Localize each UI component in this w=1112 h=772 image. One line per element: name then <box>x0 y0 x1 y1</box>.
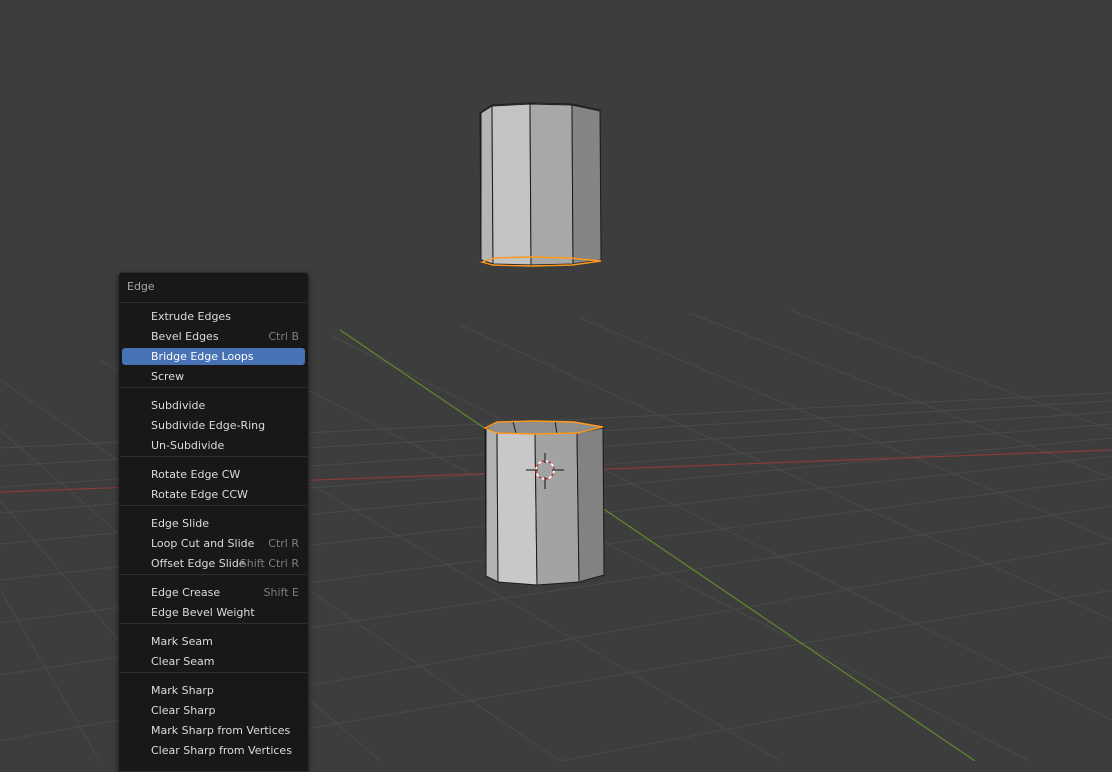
menu-item-label: Edge Slide <box>151 517 210 530</box>
menu-item-edge-crease[interactable]: Edge Crease Shift E <box>122 584 305 601</box>
menu-item-shortcut: Shift E <box>263 586 299 599</box>
menu-item-shortcut: Ctrl B <box>268 330 299 343</box>
menu-item-label: Un-Subdivide <box>151 439 225 452</box>
menu-item-loop-cut-and-slide[interactable]: Loop Cut and Slide Ctrl R <box>122 535 305 552</box>
menu-item-shortcut: Shift Ctrl R <box>239 557 299 570</box>
menu-item-shortcut: Ctrl R <box>268 537 299 550</box>
menu-item-label: Bridge Edge Loops <box>151 350 254 363</box>
menu-item-label: Mark Sharp from Vertices <box>151 724 291 737</box>
menu-item-label: Rotate Edge CCW <box>151 488 248 501</box>
menu-item-un-subdivide[interactable]: Un-Subdivide <box>122 437 305 454</box>
menu-item-label: Edge Crease <box>151 586 221 599</box>
menu-item-label: Clear Sharp from Vertices <box>151 744 292 757</box>
menu-item-label: Clear Sharp <box>151 704 216 717</box>
menu-item-subdivide[interactable]: Subdivide <box>122 397 305 414</box>
menu-item-screw[interactable]: Screw <box>122 368 305 385</box>
menu-item-label: Screw <box>151 370 185 383</box>
menu-item-label: Subdivide <box>151 399 206 412</box>
menu-separator <box>120 574 307 575</box>
menu-item-rotate-edge-cw[interactable]: Rotate Edge CW <box>122 466 305 483</box>
menu-item-mark-sharp[interactable]: Mark Sharp <box>122 682 305 699</box>
menu-item-mark-sharp-from-vertices[interactable]: Mark Sharp from Vertices <box>122 722 305 739</box>
menu-item-clear-sharp[interactable]: Clear Sharp <box>122 702 305 719</box>
upper-cylinder[interactable] <box>479 102 602 267</box>
edge-context-menu: Edge Extrude Edges Bevel Edges Ctrl B Bridg… <box>118 272 309 772</box>
menu-item-label: Mark Sharp <box>151 684 214 697</box>
menu-item-label: Edge Bevel Weight <box>151 606 255 619</box>
menu-item-bridge-edge-loops[interactable]: Bridge Edge Loops <box>122 348 305 365</box>
menu-item-label: Clear Seam <box>151 655 215 668</box>
menu-item-mark-seam[interactable]: Mark Seam <box>122 633 305 650</box>
menu-item-label: Mark Seam <box>151 635 213 648</box>
menu-header-divider <box>120 302 307 303</box>
menu-item-clear-sharp-from-vertices[interactable]: Clear Sharp from Vertices <box>122 742 305 759</box>
menu-separator <box>120 505 307 506</box>
menu-separator <box>120 456 307 457</box>
menu-separator <box>120 623 307 624</box>
menu-item-rotate-edge-ccw[interactable]: Rotate Edge CCW <box>122 486 305 503</box>
menu-item-extrude-edges[interactable]: Extrude Edges <box>122 308 305 325</box>
menu-item-label: Rotate Edge CW <box>151 468 241 481</box>
menu-separator <box>120 387 307 388</box>
menu-item-label: Bevel Edges <box>151 330 219 343</box>
menu-item-label: Offset Edge Slide <box>151 557 246 570</box>
menu-item-label: Loop Cut and Slide <box>151 537 255 550</box>
menu-item-label: Subdivide Edge-Ring <box>151 419 266 432</box>
lower-cylinder[interactable] <box>483 420 605 586</box>
menu-item-offset-edge-slide[interactable]: Offset Edge Slide Shift Ctrl R <box>122 555 305 572</box>
menu-item-clear-seam[interactable]: Clear Seam <box>122 653 305 670</box>
menu-title: Edge <box>127 280 155 293</box>
menu-item-edge-slide[interactable]: Edge Slide <box>122 515 305 532</box>
menu-item-edge-bevel-weight[interactable]: Edge Bevel Weight <box>122 604 305 621</box>
menu-separator <box>120 672 307 673</box>
menu-item-subdivide-edge-ring[interactable]: Subdivide Edge-Ring <box>122 417 305 434</box>
menu-item-bevel-edges[interactable]: Bevel Edges Ctrl B <box>122 328 305 345</box>
menu-item-label: Extrude Edges <box>151 310 231 323</box>
